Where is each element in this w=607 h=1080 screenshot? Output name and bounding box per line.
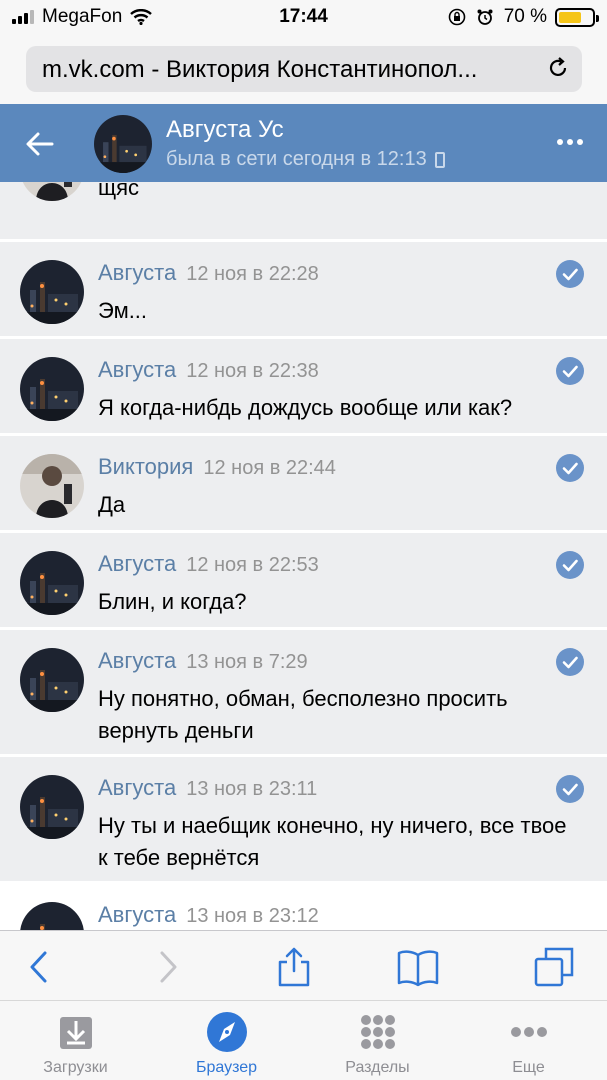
status-right: 70 % [448, 6, 599, 28]
browser-toolbar [0, 930, 607, 1000]
contact-name: Августа Ус [166, 116, 284, 143]
message-item[interactable]: Августа 12 ноя в 22:28 Эм... [0, 242, 607, 339]
read-check-icon [556, 454, 584, 482]
reload-icon[interactable] [546, 56, 570, 80]
contact-status: была в сети сегодня в 12:13 [166, 148, 445, 171]
share-icon[interactable] [272, 945, 316, 989]
chat-header: Августа Ус была в сети сегодня в 12:13 [0, 104, 607, 182]
sender-name-text[interactable]: Августа [98, 357, 176, 382]
bookmarks-icon[interactable] [396, 945, 440, 989]
battery-percent: 70 % [503, 6, 547, 27]
message-item[interactable]: Августа 13 ноя в 23:12 [0, 884, 607, 930]
read-check-icon [556, 260, 584, 288]
message-item[interactable]: Виктория12 ноя в 22:43щяс [0, 182, 607, 242]
compass-icon [207, 1012, 247, 1052]
sender-avatar[interactable] [20, 775, 84, 839]
sender-name[interactable]: Августа 12 ноя в 22:28 [98, 260, 319, 286]
message-date: 13 ноя в 23:12 [186, 905, 319, 927]
message-item[interactable]: Августа 12 ноя в 22:53 Блин, и когда? [0, 533, 607, 630]
message-text: Блин, и когда? [98, 589, 247, 614]
back-icon[interactable] [18, 945, 62, 989]
message-date: 12 ноя в 22:44 [203, 457, 336, 479]
grid-icon [361, 1015, 395, 1049]
message-text: щяс [98, 182, 140, 200]
tab-sections[interactable]: Разделы [302, 1001, 453, 1080]
read-check-icon [556, 648, 584, 676]
sender-avatar[interactable] [20, 260, 84, 324]
back-arrow-icon[interactable] [24, 128, 56, 160]
address-bar[interactable]: m.vk.com - Виктория Константинопол... [26, 46, 582, 92]
sender-name-text[interactable]: Виктория [98, 454, 193, 479]
tab-label: Загрузки [43, 1059, 108, 1076]
sender-avatar[interactable] [20, 357, 84, 421]
more-options-icon[interactable] [553, 139, 583, 145]
message-text: Я когда-нибдь дождусь вообще или как? [98, 395, 513, 420]
app-tab-bar: Загрузки Браузер Разделы Еще [0, 1000, 607, 1080]
message-text: Эм... [98, 298, 148, 323]
last-seen-text: была в сети сегодня в 12:13 [166, 148, 427, 170]
download-icon [60, 1017, 92, 1049]
sender-name[interactable]: Августа 12 ноя в 22:53 [98, 551, 319, 577]
message-date: 13 ноя в 7:29 [186, 651, 308, 673]
tab-label: Браузер [195, 1059, 258, 1076]
message-date: 13 ноя в 23:11 [186, 778, 318, 800]
message-item[interactable]: Виктория 12 ноя в 22:44 Да [0, 436, 607, 533]
message-text: Ну ты и наебщик конечно, ну ничего, все … [98, 813, 567, 870]
tab-browser[interactable]: Браузер [151, 1001, 302, 1080]
sender-name-text[interactable]: Августа [98, 551, 176, 576]
read-check-icon [556, 775, 584, 803]
battery-icon [555, 7, 599, 27]
sender-avatar[interactable] [20, 902, 84, 930]
tab-downloads[interactable]: Загрузки [0, 1001, 151, 1080]
mobile-icon [434, 151, 445, 168]
url-text[interactable]: m.vk.com - Виктория Константинопол... [42, 56, 522, 84]
sender-avatar[interactable] [20, 182, 84, 201]
message-item[interactable]: Августа 13 ноя в 23:11 Ну ты и наебщик кон… [0, 757, 607, 884]
header-avatar[interactable] [94, 115, 152, 173]
rotation-lock-icon [448, 8, 465, 26]
tab-label: Еще [512, 1059, 545, 1076]
message-date: 12 ноя в 22:28 [186, 263, 319, 285]
message-text: Ну понятно, обман, бесполезно просить ве… [98, 686, 508, 743]
read-check-icon [556, 551, 584, 579]
sender-avatar[interactable] [20, 551, 84, 615]
sender-name[interactable]: Августа 12 ноя в 22:38 [98, 357, 319, 383]
message-text: Да [98, 492, 126, 517]
tab-more[interactable]: Еще [453, 1001, 604, 1080]
read-check-icon [556, 357, 584, 385]
message-list: Виктория12 ноя в 22:43щяс Августа 12 ноя в… [0, 182, 607, 930]
address-bar-area: m.vk.com - Виктория Константинопол... [0, 34, 607, 104]
status-bar: MegaFon 17:44 70 % [0, 0, 607, 34]
message-item[interactable]: Августа 13 ноя в 7:29 Ну понятно, обман, б… [0, 630, 607, 757]
sender-name-text[interactable]: Августа [98, 648, 176, 673]
sender-name-text[interactable]: Августа [98, 902, 176, 927]
sender-avatar[interactable] [20, 454, 84, 518]
tab-label: Разделы [345, 1059, 410, 1076]
sender-name[interactable]: Августа 13 ноя в 7:29 [98, 648, 308, 674]
message-date: 12 ноя в 22:38 [186, 360, 319, 382]
alarm-icon [477, 9, 493, 25]
message-date: 12 ноя в 22:53 [186, 554, 319, 576]
sender-name-text[interactable]: Августа [98, 775, 176, 800]
sender-name[interactable]: Виктория 12 ноя в 22:44 [98, 454, 336, 480]
sender-name[interactable]: Августа 13 ноя в 23:11 [98, 775, 317, 801]
tabs-icon[interactable] [532, 945, 576, 989]
sender-avatar[interactable] [20, 648, 84, 712]
sender-name[interactable]: Августа 13 ноя в 23:12 [98, 902, 319, 928]
forward-icon[interactable] [145, 945, 189, 989]
sender-name-text[interactable]: Августа [98, 260, 176, 285]
message-item[interactable]: Августа 12 ноя в 22:38 Я когда-нибдь дожду… [0, 339, 607, 436]
more-icon [511, 1027, 547, 1037]
